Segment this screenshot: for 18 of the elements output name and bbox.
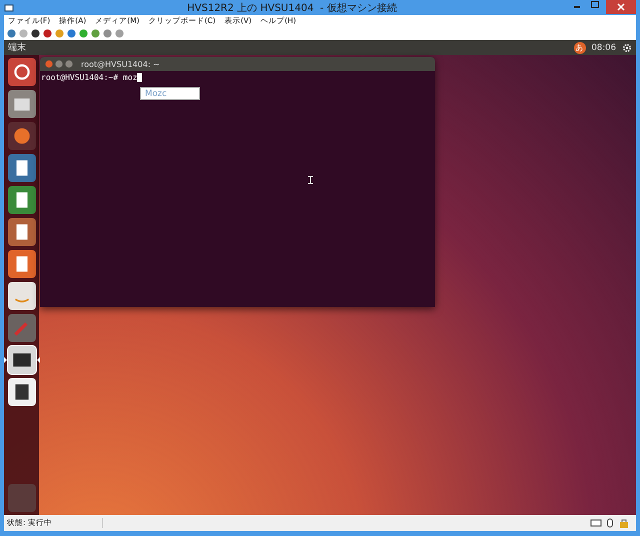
close-icon[interactable] (45, 60, 53, 68)
app-name: 端末 (8, 42, 27, 54)
text-cursor (137, 73, 142, 82)
terminal-icon[interactable] (8, 346, 36, 374)
command-line: root@HVSU1404:~# moz (41, 73, 138, 82)
window-title: HVS12R2 上の HVSU1404 - 仮想マシン接続 (186, 2, 398, 14)
maximize-icon[interactable] (588, 0, 602, 10)
clock[interactable]: 08:06 (592, 42, 616, 52)
close-icon[interactable] (606, 0, 636, 14)
lock-icon (618, 518, 630, 528)
app-icon (4, 2, 14, 12)
keyboard-icon (590, 518, 602, 528)
maximize-icon[interactable] (65, 60, 73, 68)
terminal-title: root@HVSU1404: ~ (81, 60, 160, 68)
mouse-cursor-icon (308, 176, 313, 184)
minimize-icon[interactable] (55, 60, 63, 68)
gear-icon[interactable] (622, 42, 632, 52)
mouse-icon (604, 518, 616, 528)
